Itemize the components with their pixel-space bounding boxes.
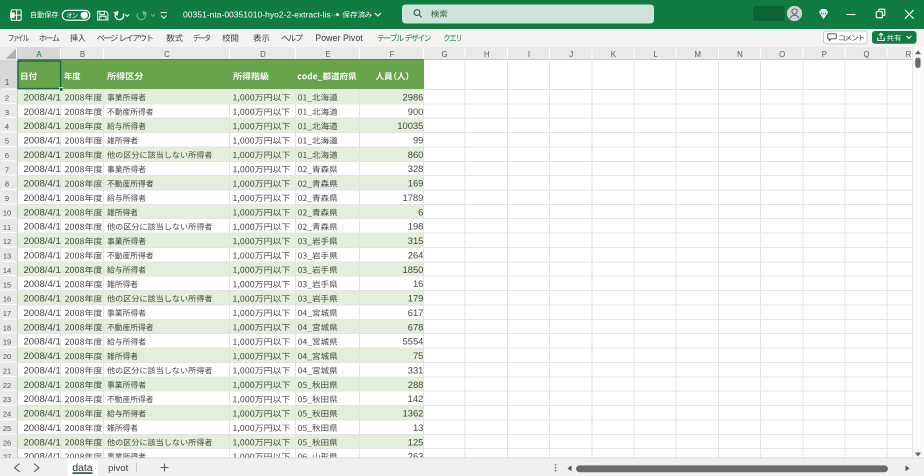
svg-text:2008/4/1: 2008/4/1	[23, 251, 60, 262]
svg-text:2008/4/1: 2008/4/1	[23, 394, 60, 405]
svg-text:2008/4/1: 2008/4/1	[23, 193, 60, 204]
svg-text:13: 13	[3, 252, 11, 261]
svg-text:2008/4/1: 2008/4/1	[23, 308, 60, 319]
svg-text:328: 328	[408, 163, 424, 174]
svg-text:Q: Q	[864, 50, 870, 59]
svg-text:25: 25	[3, 424, 11, 433]
svg-text:2008/4/1: 2008/4/1	[23, 179, 60, 190]
svg-text:P: P	[822, 50, 827, 59]
svg-text:75: 75	[413, 350, 423, 361]
svg-text:1362: 1362	[403, 408, 424, 419]
svg-text:R: R	[906, 50, 912, 59]
svg-text:2008/4/1: 2008/4/1	[23, 236, 60, 247]
svg-text:2008/4/1: 2008/4/1	[23, 351, 60, 362]
svg-text:1: 1	[5, 78, 9, 87]
svg-text:13: 13	[413, 422, 423, 433]
svg-text:125: 125	[408, 436, 424, 447]
svg-text:2: 2	[5, 94, 9, 103]
svg-text:264: 264	[408, 250, 424, 261]
svg-text:12: 12	[3, 237, 11, 246]
svg-text:16: 16	[3, 295, 11, 304]
svg-text:A: A	[36, 50, 42, 59]
svg-text:6: 6	[418, 206, 423, 217]
svg-text:pivot: pivot	[108, 463, 128, 474]
svg-text:Power Pivot: Power Pivot	[315, 33, 363, 43]
svg-text:11: 11	[3, 223, 11, 232]
svg-text:2008/4/1: 2008/4/1	[23, 121, 60, 132]
svg-text:1850: 1850	[403, 264, 424, 275]
svg-text:5: 5	[5, 137, 9, 146]
svg-text:2008/4/1: 2008/4/1	[23, 322, 60, 333]
svg-text:169: 169	[408, 178, 424, 189]
svg-text:2008/4/1: 2008/4/1	[23, 222, 60, 233]
svg-text:7: 7	[5, 165, 9, 174]
svg-text:2008/4/1: 2008/4/1	[23, 380, 60, 391]
svg-text:J: J	[569, 50, 573, 59]
svg-text:1789: 1789	[403, 192, 424, 203]
svg-text:3: 3	[5, 108, 9, 117]
svg-text:15: 15	[3, 280, 11, 289]
svg-text:M: M	[695, 50, 702, 59]
svg-text:8: 8	[5, 180, 9, 189]
svg-text:315: 315	[408, 235, 424, 246]
svg-text:6: 6	[5, 151, 9, 160]
svg-text:9: 9	[5, 194, 9, 203]
svg-text:N: N	[737, 50, 743, 59]
svg-text:C: C	[164, 50, 170, 59]
svg-text:I: I	[528, 50, 530, 59]
svg-text:2008/4/1: 2008/4/1	[23, 164, 60, 175]
svg-text:26: 26	[3, 438, 11, 447]
svg-text:2008/4/1: 2008/4/1	[23, 294, 60, 305]
svg-text:2008/4/1: 2008/4/1	[23, 279, 60, 290]
svg-text:2008/4/1: 2008/4/1	[23, 92, 60, 103]
svg-text:16: 16	[413, 278, 423, 289]
svg-text:99: 99	[413, 135, 423, 146]
svg-text:24: 24	[3, 410, 11, 419]
svg-text:20: 20	[3, 352, 11, 361]
svg-text:10035: 10035	[397, 120, 423, 131]
svg-text:2008/4/1: 2008/4/1	[23, 337, 60, 348]
svg-text:2008/4/1: 2008/4/1	[23, 207, 60, 218]
svg-text:860: 860	[408, 149, 424, 160]
svg-text:F: F	[390, 50, 395, 59]
svg-text:19: 19	[3, 338, 11, 347]
svg-text:22: 22	[3, 381, 11, 390]
svg-text:2008/4/1: 2008/4/1	[23, 409, 60, 420]
svg-text:G: G	[442, 50, 448, 59]
svg-text:4: 4	[5, 122, 9, 131]
svg-text:23: 23	[3, 395, 11, 404]
svg-text:2008/4/1: 2008/4/1	[23, 365, 60, 376]
svg-text:142: 142	[408, 393, 424, 404]
svg-text:331: 331	[408, 364, 424, 375]
svg-text:288: 288	[408, 379, 424, 390]
svg-text:900: 900	[408, 106, 424, 117]
svg-text:17: 17	[3, 309, 11, 318]
svg-text:2008/4/1: 2008/4/1	[23, 265, 60, 276]
svg-text:2008/4/1: 2008/4/1	[23, 437, 60, 448]
svg-text:O: O	[779, 50, 785, 59]
svg-text:K: K	[611, 50, 617, 59]
svg-text:H: H	[484, 50, 490, 59]
svg-text:21: 21	[3, 367, 11, 376]
svg-text:D: D	[260, 50, 266, 59]
svg-text:B: B	[80, 50, 85, 59]
svg-text:10: 10	[3, 208, 11, 217]
svg-text:2008/4/1: 2008/4/1	[23, 107, 60, 118]
svg-text:2008/4/1: 2008/4/1	[23, 150, 60, 161]
svg-text:L: L	[653, 50, 658, 59]
svg-text:E: E	[325, 50, 330, 59]
svg-text:5554: 5554	[403, 336, 424, 347]
svg-text:00351-nta-00351010-hyo2-2-extr: 00351-nta-00351010-hyo2-2-extract-lis···	[183, 9, 339, 19]
svg-text:18: 18	[3, 323, 11, 332]
svg-text:2986: 2986	[403, 91, 424, 102]
svg-text:2008/4/1: 2008/4/1	[23, 423, 60, 434]
svg-text:14: 14	[3, 266, 11, 275]
svg-text:179: 179	[408, 293, 424, 304]
svg-text:2008/4/1: 2008/4/1	[23, 136, 60, 147]
svg-text:617: 617	[408, 307, 424, 318]
svg-text:678: 678	[408, 321, 424, 332]
svg-text:198: 198	[408, 221, 424, 232]
